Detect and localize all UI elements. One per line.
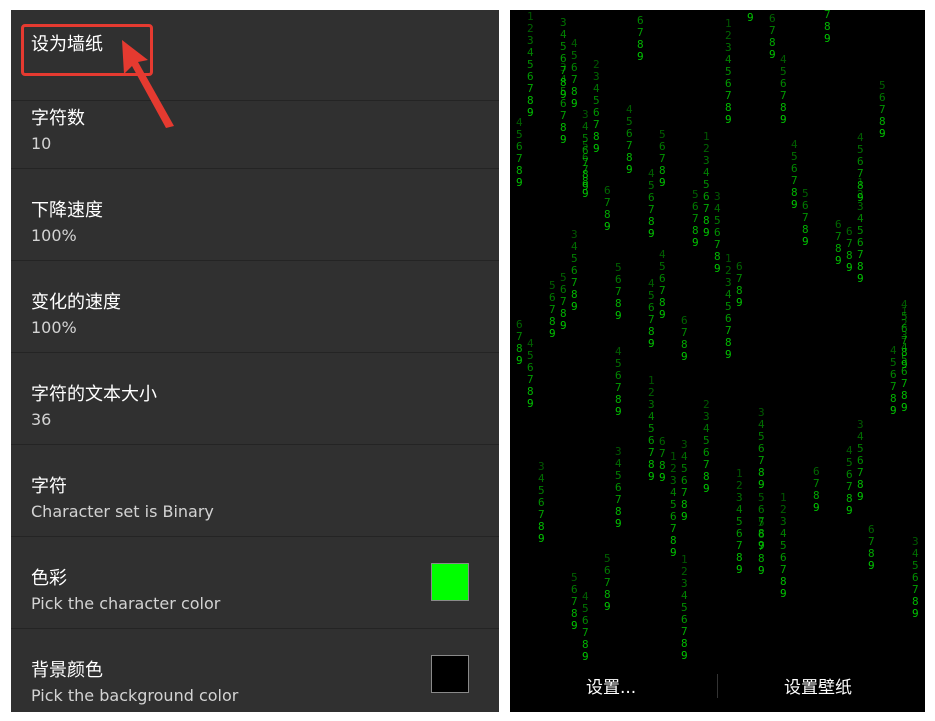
rain-digit: 9 [692,236,699,249]
rain-digit: 9 [769,48,776,61]
rain-digit: 9 [637,50,644,63]
character-count-value: 10 [31,134,52,153]
rain-digit: 9 [659,176,666,189]
rain-digit: 9 [571,300,578,313]
rain-digit: 9 [747,11,754,24]
rain-digit: 9 [703,482,710,495]
wallpaper-preview: 6789456789123456789456789345678956789345… [510,10,925,712]
rain-digit: 9 [758,539,765,552]
rain-digit: 9 [681,510,688,523]
background-color-subtitle: Pick the background color [31,686,239,705]
background-color-item[interactable]: 背景颜色 Pick the background color [11,630,499,712]
rain-digit: 9 [802,235,809,248]
rain-digit: 9 [813,501,820,514]
rain-digit: 9 [615,405,622,418]
rain-digit: 9 [857,490,864,503]
rain-digit: 9 [560,88,567,101]
rain-digit: 9 [901,358,908,371]
rain-digit: 9 [758,564,765,577]
rain-digit: 9 [791,198,798,211]
rain-digit: 9 [681,649,688,662]
character-color-swatch[interactable] [431,563,469,601]
change-speed-item[interactable]: 变化的速度 100% [11,262,499,353]
rain-digit: 9 [604,220,611,233]
rain-digit: 9 [516,354,523,367]
rain-digit: 9 [560,133,567,146]
rain-digit: 9 [659,471,666,484]
rain-digit: 9 [703,226,710,239]
rain-digit: 9 [538,532,545,545]
rain-digit: 9 [736,296,743,309]
rain-digit: 9 [549,327,556,340]
rain-digit: 9 [725,113,732,126]
rain-digit: 9 [593,142,600,155]
character-color-subtitle: Pick the character color [31,594,221,613]
rain-digit: 9 [824,32,831,45]
rain-digit: 9 [527,397,534,410]
change-speed-title: 变化的速度 [31,292,121,313]
button-divider [717,674,718,698]
settings-panel: 设为墙纸 字符数 10 下降速度 100% 变化的速度 100% 字符的文本大小… [11,10,499,712]
rain-digit: 9 [736,563,743,576]
character-count-title: 字符数 [31,108,85,129]
character-color-title: 色彩 [31,568,67,589]
fall-speed-value: 100% [31,226,77,245]
text-size-value: 36 [31,410,52,429]
background-color-title: 背景颜色 [31,660,103,681]
rain-digit: 9 [516,176,523,189]
pointer-arrow-icon [122,40,174,128]
rain-digit: 9 [835,254,842,267]
rain-digit: 9 [626,163,633,176]
rain-digit: 9 [780,113,787,126]
rain-digit: 9 [758,478,765,491]
rain-digit: 9 [604,600,611,613]
change-speed-value: 100% [31,318,77,337]
text-size-title: 字符的文本大小 [31,384,157,405]
set-wallpaper-button[interactable]: 设置壁纸 [784,677,852,699]
character-count-item[interactable]: 字符数 10 [11,78,499,169]
character-set-title: 字符 [31,476,67,497]
rain-digit: 9 [912,607,919,620]
rain-digit: 9 [857,191,864,204]
fall-speed-title: 下降速度 [31,200,103,221]
rain-digit: 9 [890,404,897,417]
rain-digit: 9 [879,127,886,140]
rain-digit: 9 [648,337,655,350]
character-set-item[interactable]: 字符 Character set is Binary [11,446,499,537]
rain-digit: 9 [659,308,666,321]
rain-digit: 9 [527,106,534,119]
matrix-rain: 6789456789123456789456789345678956789345… [516,10,919,663]
rain-digit: 9 [560,319,567,332]
text-size-item[interactable]: 字符的文本大小 36 [11,354,499,445]
rain-digit: 9 [582,180,589,193]
settings-button[interactable]: 设置... [586,677,636,699]
rain-digit: 9 [846,504,853,517]
rain-digit: 9 [901,401,908,414]
rain-digit: 9 [648,470,655,483]
character-color-item[interactable]: 色彩 Pick the character color [11,538,499,629]
character-set-value: Character set is Binary [31,502,214,521]
rain-digit: 9 [780,587,787,600]
rain-digit: 9 [615,309,622,322]
rain-digit: 9 [670,546,677,559]
rain-digit: 9 [725,348,732,361]
rain-digit: 9 [714,262,721,275]
rain-digit: 9 [571,97,578,110]
rain-digit: 9 [582,650,589,663]
rain-digit: 9 [681,350,688,363]
rain-digit: 9 [868,559,875,572]
rain-digit: 9 [857,272,864,285]
fall-speed-item[interactable]: 下降速度 100% [11,170,499,261]
background-color-swatch[interactable] [431,655,469,693]
rain-digit: 9 [846,261,853,274]
rain-digit: 9 [615,517,622,530]
rain-digit: 9 [571,619,578,632]
rain-digit: 9 [648,227,655,240]
